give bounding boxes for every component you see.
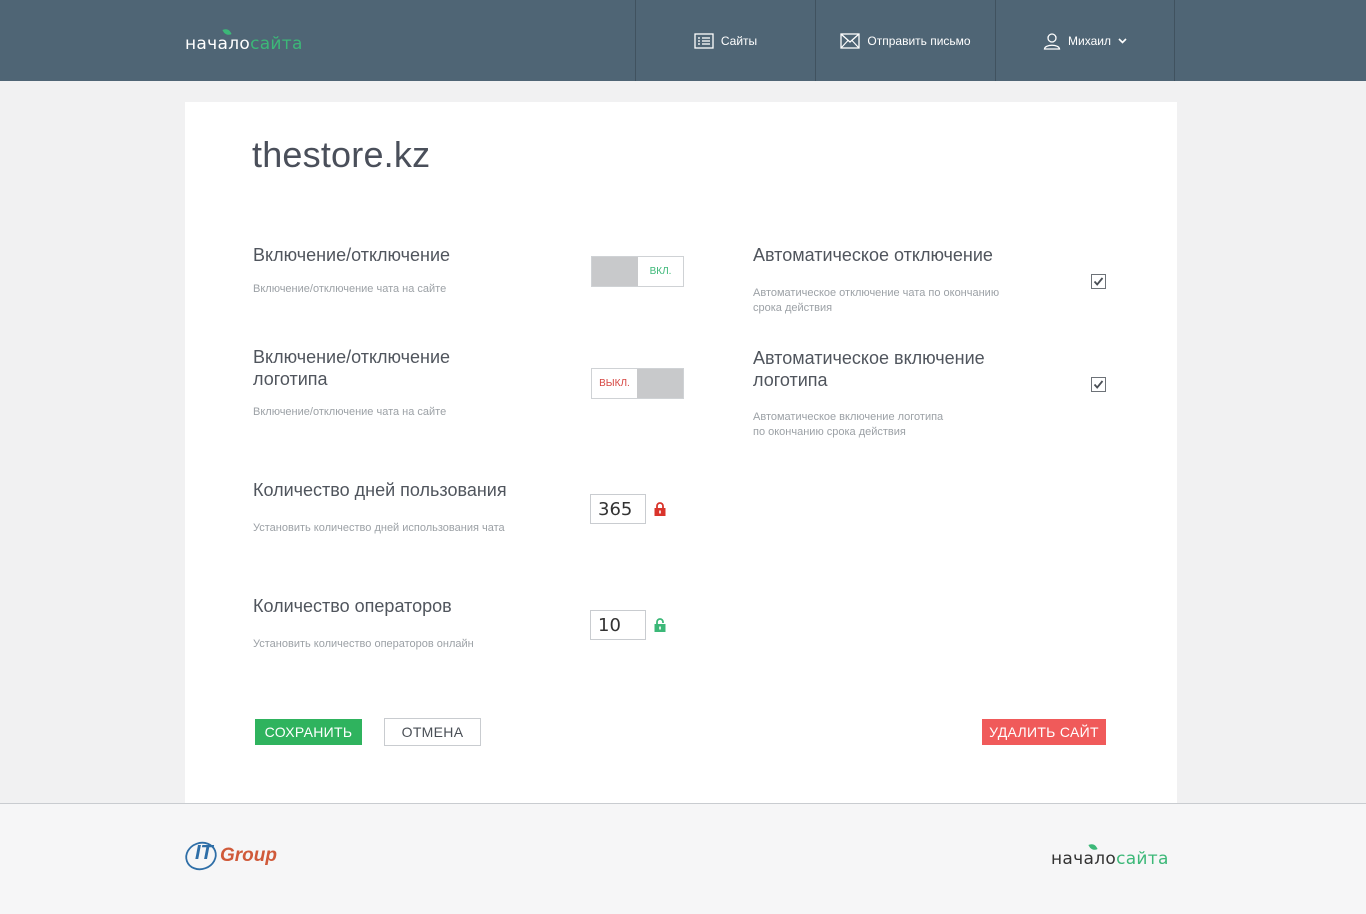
logo-toggle-title: Включение/отключение логотипа [253, 346, 450, 390]
days-title: Количество дней пользования [253, 480, 507, 500]
auto-logo-desc: Автоматическое включение логотипа по око… [753, 410, 943, 440]
toggle-state-label: ВЫКЛ. [599, 378, 630, 389]
auto-off-checkbox[interactable] [1091, 274, 1106, 289]
it-group-logo[interactable]: IT Group [184, 840, 284, 872]
chat-toggle-desc: Включение/отключение чата на сайте [253, 283, 447, 295]
logo-toggle-title-line2: логотипа [253, 369, 328, 389]
toggle-state-label: ВКЛ. [649, 266, 672, 277]
page-footer: IT Group начало сайта [0, 804, 1366, 914]
nav-sites-label: Сайты [720, 33, 758, 48]
days-desc: Установить количество дней использования… [253, 522, 505, 534]
page-title: thestore.kz [252, 134, 431, 175]
auto-logo-title: Автоматическое включение логотипа [753, 347, 985, 391]
user-icon [1043, 32, 1061, 50]
auto-off-desc-line1: Автоматическое отключение чата по оконча… [753, 287, 1000, 299]
logo-text-primary: начало [185, 34, 251, 54]
auto-logo-title-line2: логотипа [753, 370, 828, 390]
envelope-icon [840, 32, 861, 49]
logo-text-primary: начало [1051, 849, 1117, 869]
auto-off-desc: Автоматическое отключение чата по оконча… [753, 286, 999, 316]
chat-toggle-title: Включение/отключение [253, 245, 451, 265]
it-group-logo-group: Group [220, 845, 277, 866]
nav-send-message-label: Отправить письмо [867, 33, 971, 48]
site-logo[interactable]: начало сайта [185, 27, 303, 54]
auto-logo-title-line1: Автоматическое включение [753, 348, 985, 368]
auto-logo-desc-line2: по окончанию срока действия [753, 426, 906, 438]
chat-toggle-switch[interactable]: ВКЛ. [591, 256, 684, 287]
logo-text-accent: сайта [250, 34, 303, 54]
checkmark-icon [1093, 380, 1104, 389]
auto-off-desc-line2: срока действия [753, 302, 833, 314]
list-icon [694, 32, 714, 49]
nav-send-message[interactable]: Отправить письмо [815, 0, 995, 81]
operators-title: Количество операторов [253, 596, 452, 616]
lock-closed-icon[interactable] [654, 502, 666, 521]
lock-open-icon[interactable] [654, 618, 666, 637]
footer-site-logo[interactable]: начало сайта [1051, 842, 1169, 869]
delete-site-button[interactable]: УДАЛИТЬ САЙТ [982, 719, 1106, 745]
auto-logo-checkbox[interactable] [1091, 377, 1106, 392]
auto-off-title: Автоматическое отключение [753, 245, 993, 265]
nav-user-menu[interactable]: Михаил [995, 0, 1175, 81]
auto-logo-desc-line1: Автоматическое включение логотипа [753, 411, 944, 423]
logo-toggle-switch[interactable]: ВЫКЛ. [591, 368, 684, 399]
save-button[interactable]: СОХРАНИТЬ [255, 719, 362, 745]
logo-toggle-desc: Включение/отключение чата на сайте [253, 406, 447, 418]
days-input[interactable] [590, 494, 646, 524]
cancel-button[interactable]: ОТМЕНА [384, 718, 481, 746]
it-group-logo-it: IT [195, 842, 213, 864]
nav-sites[interactable]: Сайты [635, 0, 815, 81]
operators-desc: Установить количество операторов онлайн [253, 638, 474, 650]
top-header: начало сайта Сайты Отправить письмо Михаи… [0, 0, 1366, 81]
chevron-down-icon [1118, 37, 1127, 44]
checkmark-icon [1093, 277, 1104, 286]
logo-toggle-title-line1: Включение/отключение [253, 347, 451, 367]
toggle-knob [592, 257, 638, 286]
operators-input[interactable] [590, 610, 646, 640]
settings-card: thestore.kz Включение/отключение Включен… [185, 102, 1177, 803]
logo-text-accent: сайта [1116, 849, 1169, 869]
toggle-knob [637, 369, 683, 398]
user-name-label: Михаил [1068, 33, 1111, 48]
